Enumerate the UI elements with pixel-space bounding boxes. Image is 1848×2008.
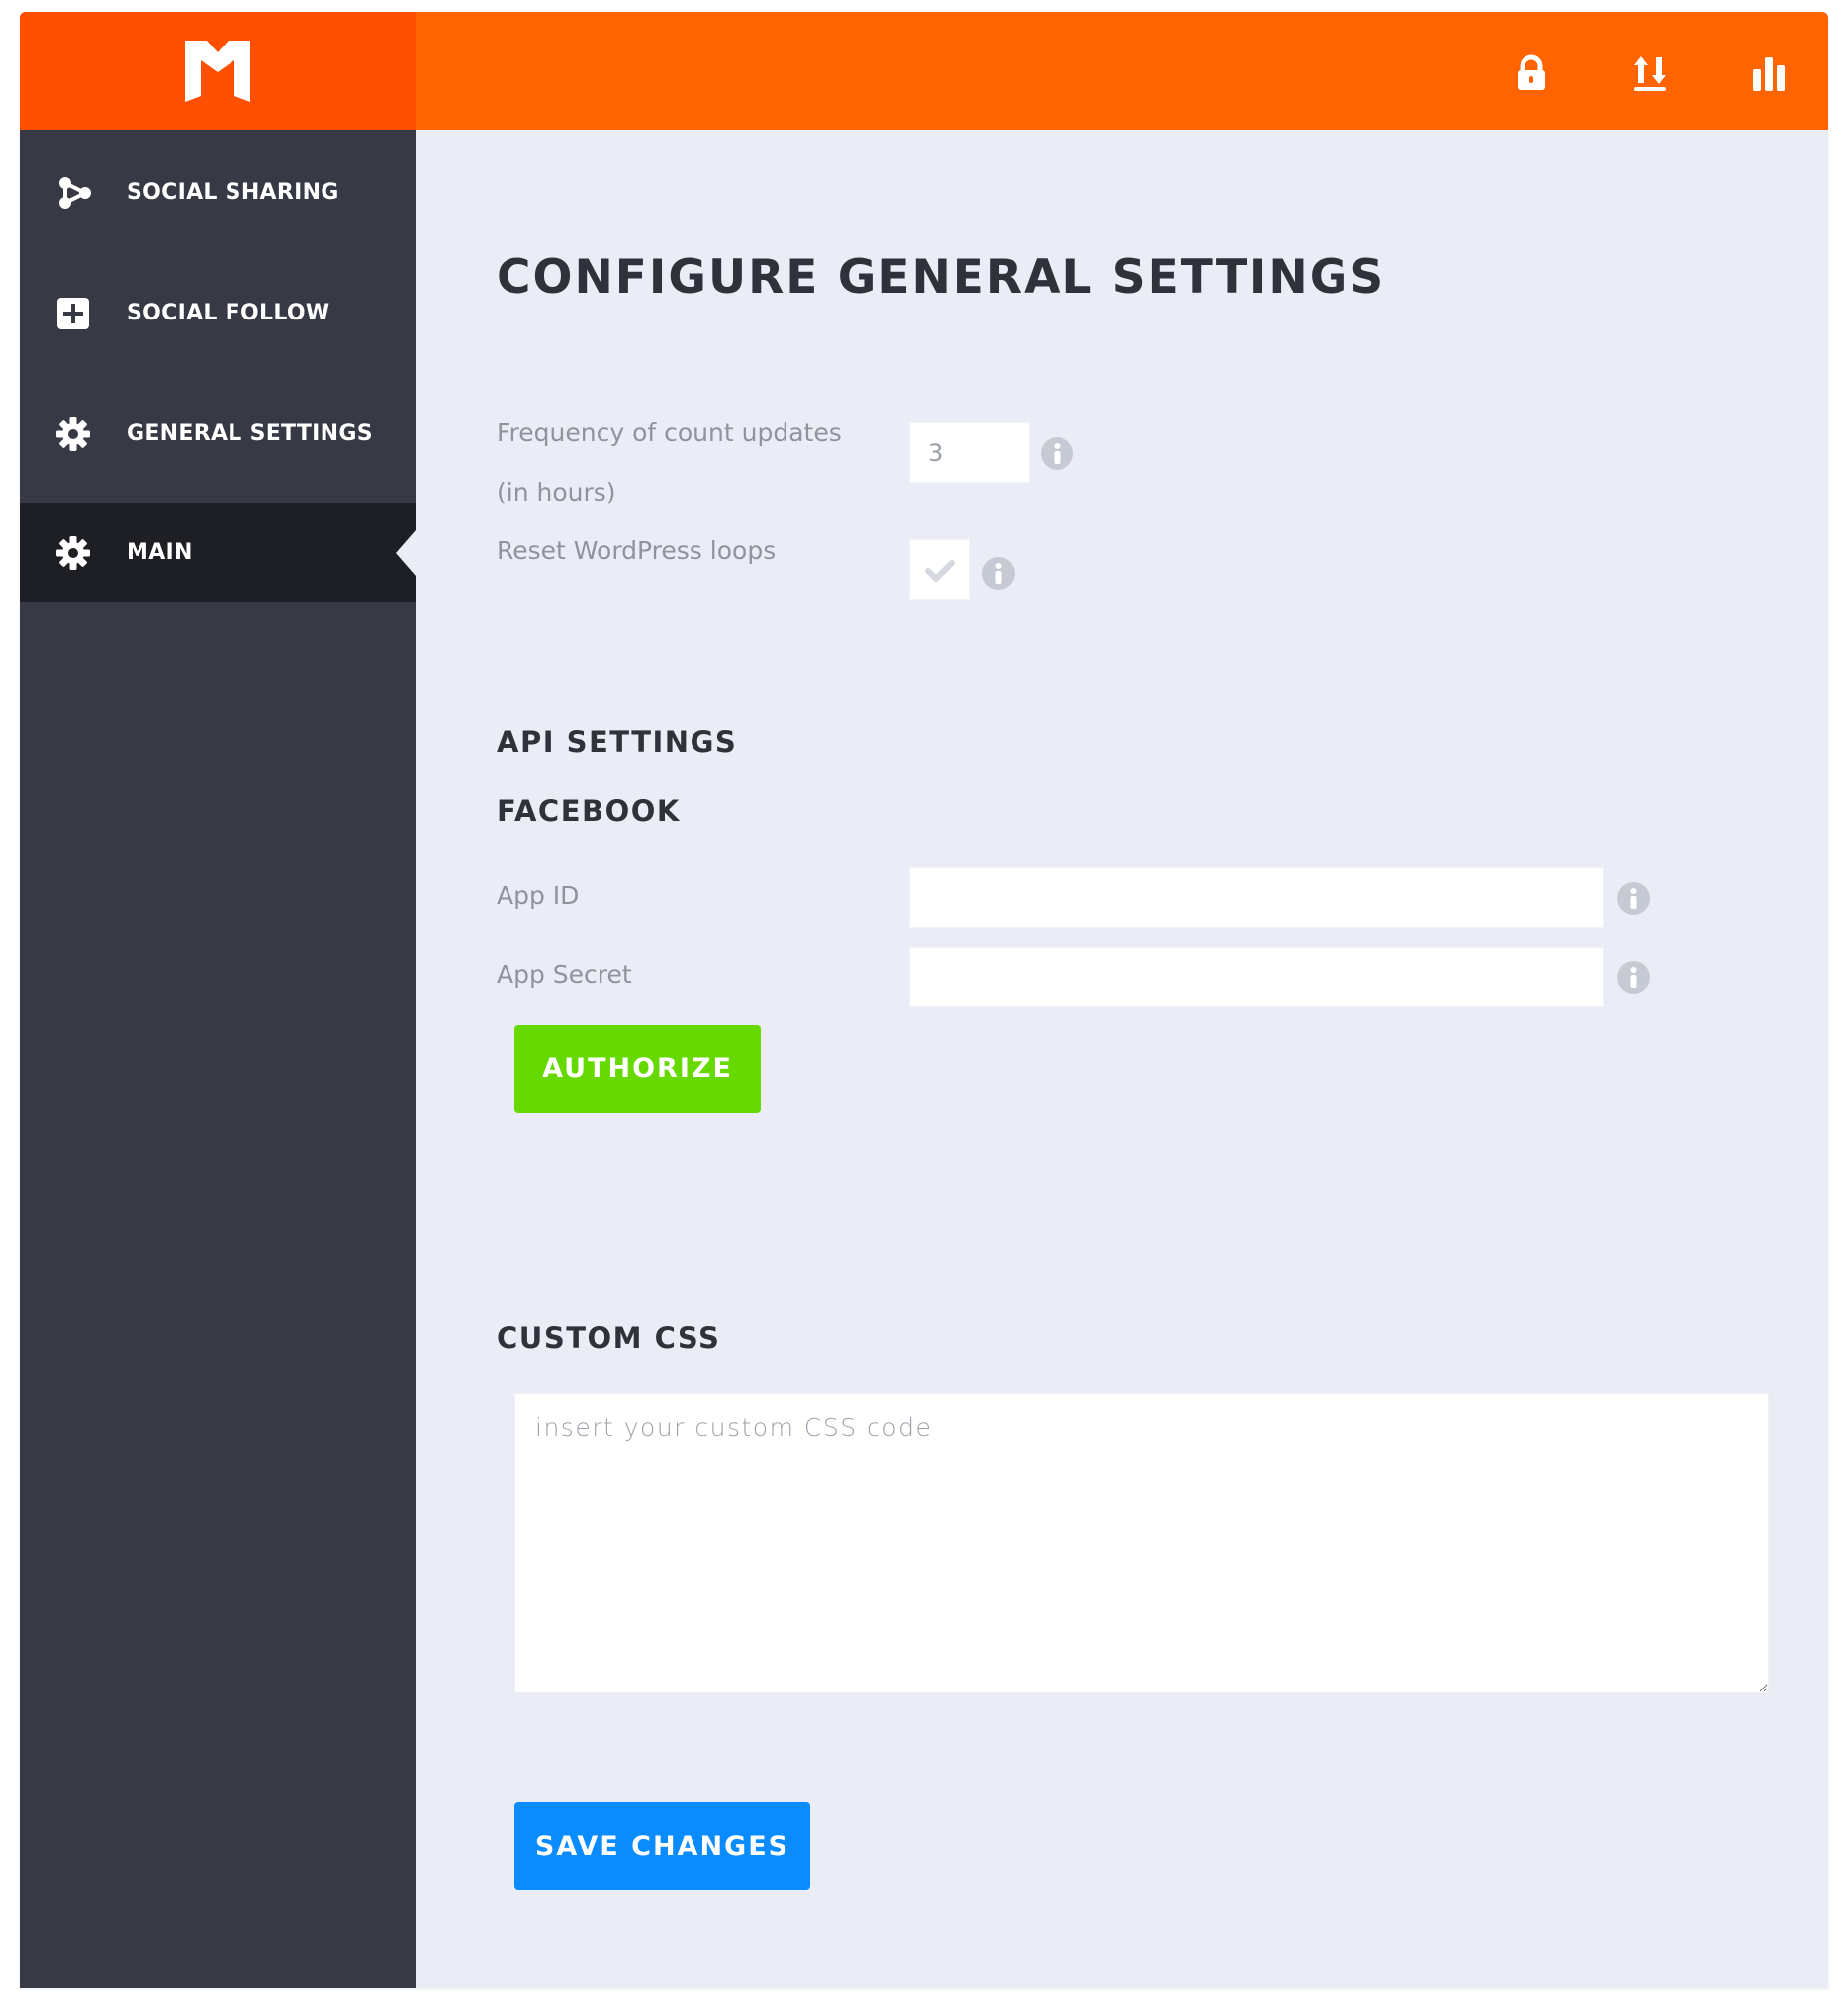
import-export-icon[interactable] xyxy=(1630,53,1670,93)
custom-css-heading: CUSTOM CSS xyxy=(497,1322,721,1355)
frequency-unit-label: (in hours) xyxy=(497,478,616,506)
app-secret-label: App Secret xyxy=(497,960,632,989)
sidebar-item-social-sharing[interactable]: SOCIAL SHARING xyxy=(20,143,416,242)
gear-icon xyxy=(56,536,90,570)
app-secret-input[interactable] xyxy=(909,947,1604,1007)
info-icon[interactable] xyxy=(1617,882,1650,915)
page-title: CONFIGURE GENERAL SETTINGS xyxy=(497,250,1386,305)
sidebar-item-main[interactable]: MAIN xyxy=(20,503,416,602)
custom-css-textarea[interactable] xyxy=(514,1393,1769,1693)
active-indicator xyxy=(396,530,416,576)
save-changes-button[interactable]: SAVE CHANGES xyxy=(514,1802,810,1890)
sidebar-item-label: SOCIAL FOLLOW xyxy=(127,301,330,325)
sidebar: SOCIAL SHARING SOCIAL FOLLOW GENERAL SET… xyxy=(20,130,416,1988)
reset-loops-checkbox[interactable] xyxy=(909,539,970,600)
app-id-input[interactable] xyxy=(909,867,1604,928)
info-icon[interactable] xyxy=(982,557,1015,590)
reset-loops-label: Reset WordPress loops xyxy=(497,536,777,565)
gear-icon xyxy=(56,417,90,451)
sidebar-item-label: MAIN xyxy=(127,540,193,565)
settings-panel: SOCIAL SHARING SOCIAL FOLLOW GENERAL SET… xyxy=(20,12,1828,1988)
lock-icon[interactable] xyxy=(1512,53,1551,93)
info-icon[interactable] xyxy=(1041,437,1073,470)
top-header xyxy=(20,12,1828,130)
info-icon[interactable] xyxy=(1617,961,1650,994)
plus-square-icon xyxy=(57,298,89,329)
sidebar-item-social-follow[interactable]: SOCIAL FOLLOW xyxy=(20,264,416,363)
sidebar-item-general-settings[interactable]: GENERAL SETTINGS xyxy=(20,385,416,484)
main-content: CONFIGURE GENERAL SETTINGS Frequency of … xyxy=(416,130,1828,1988)
logo-area xyxy=(20,12,416,130)
sidebar-item-label: GENERAL SETTINGS xyxy=(127,421,373,446)
share-icon xyxy=(59,177,91,209)
frequency-input[interactable] xyxy=(909,422,1030,483)
facebook-heading: FACEBOOK xyxy=(497,794,681,828)
api-settings-heading: API SETTINGS xyxy=(497,725,738,759)
frequency-label: Frequency of count updates xyxy=(497,418,842,447)
sidebar-item-label: SOCIAL SHARING xyxy=(127,180,339,205)
logo-icon[interactable] xyxy=(185,41,250,102)
app-id-label: App ID xyxy=(497,881,580,910)
checkmark-icon xyxy=(925,560,955,582)
authorize-button[interactable]: AUTHORIZE xyxy=(514,1025,761,1113)
bar-chart-icon[interactable] xyxy=(1749,53,1789,93)
